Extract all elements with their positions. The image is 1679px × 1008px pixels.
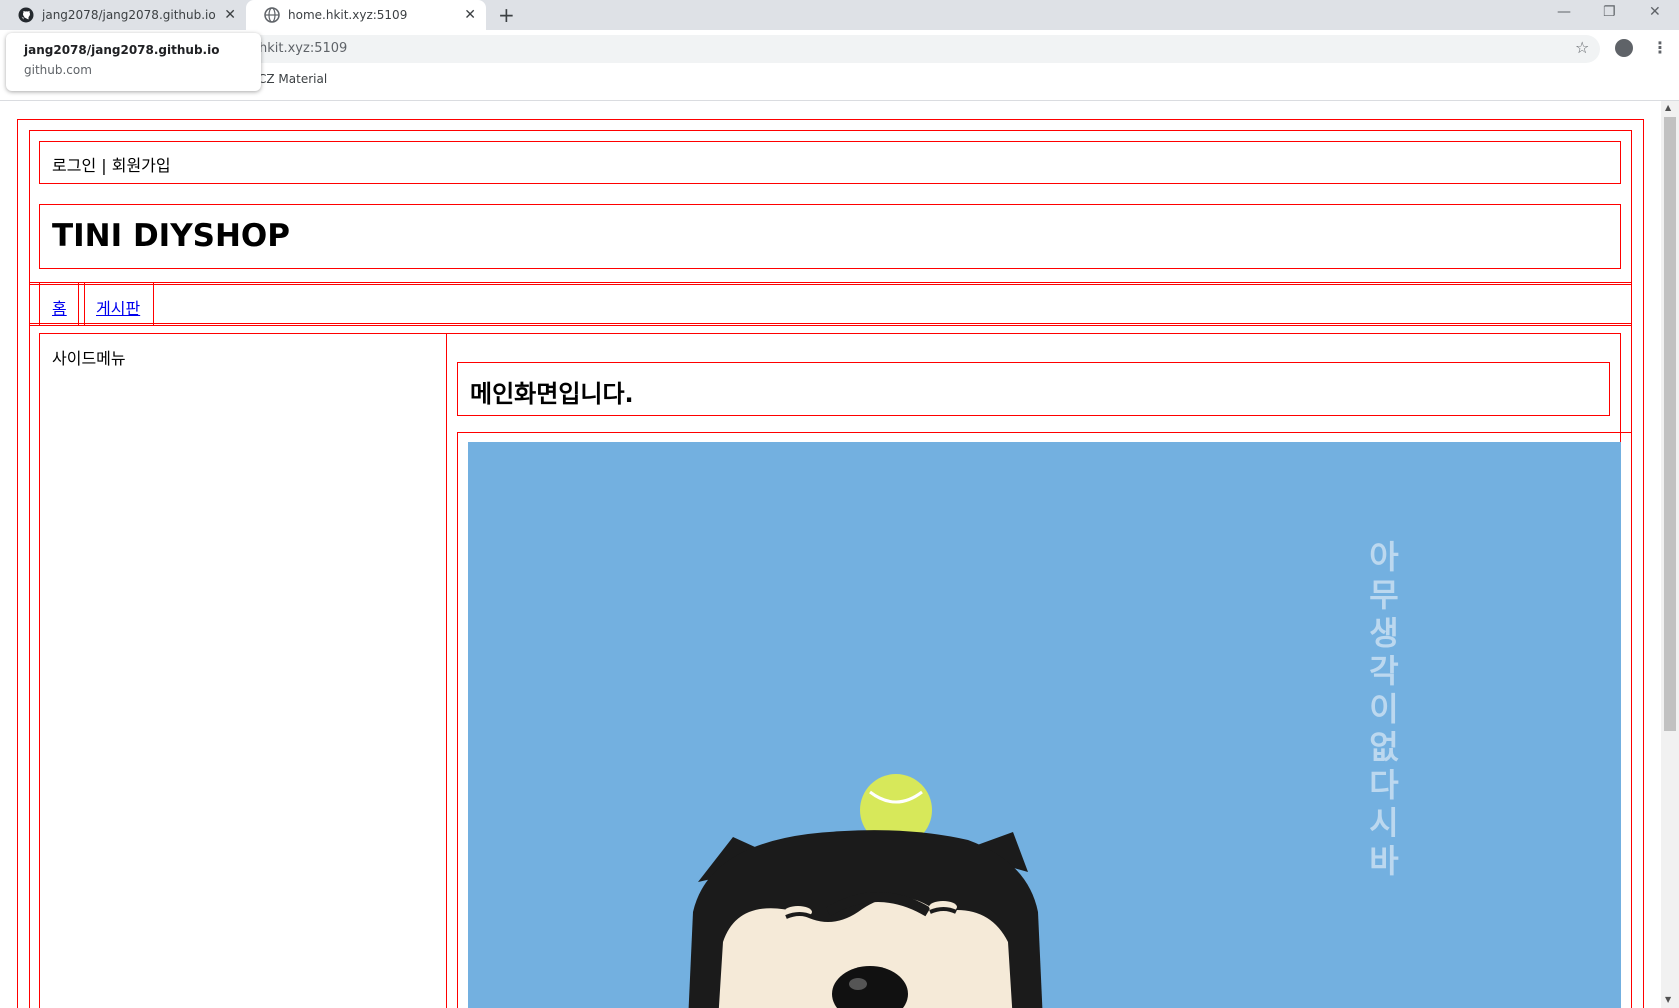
shiba-dog-illustration xyxy=(688,774,1043,1008)
kebab-menu-icon[interactable]: ⋮ xyxy=(1652,38,1668,57)
hover-card-title: jang2078/jang2078.github.io xyxy=(24,43,220,57)
tab-hover-card: jang2078/jang2078.github.io github.com xyxy=(6,33,261,91)
profile-icon[interactable] xyxy=(1615,39,1633,57)
scroll-up-icon[interactable]: ▲ xyxy=(1665,103,1671,112)
main-heading-box: 메인화면입니다. xyxy=(457,362,1610,416)
tab-bar: jang2078/jang2078.github.io ✕ home.hkit.… xyxy=(0,0,1679,30)
featured-image: 아 무 생 각 이 없 다 시 바 xyxy=(468,442,1621,1008)
tab-title: jang2078/jang2078.github.io xyxy=(42,8,216,22)
scroll-down-icon[interactable]: ▼ xyxy=(1665,995,1671,1004)
url-text: hkit.xyz:5109 xyxy=(259,41,348,56)
tab-home-hkit[interactable]: home.hkit.xyz:5109 ✕ xyxy=(246,0,486,30)
auth-links[interactable]: 로그인 | 회원가입 xyxy=(52,152,171,176)
nav-item-home: 홈 xyxy=(39,282,79,326)
new-tab-button[interactable]: + xyxy=(498,5,515,25)
sidebar: 사이드메뉴 xyxy=(39,333,447,1008)
close-tab-icon[interactable]: ✕ xyxy=(224,7,236,23)
tab-title: home.hkit.xyz:5109 xyxy=(288,8,408,22)
nav-link-board[interactable]: 게시판 xyxy=(96,295,140,319)
tab-github[interactable]: jang2078/jang2078.github.io ✕ xyxy=(0,0,246,30)
nav-item-board: 게시판 xyxy=(84,282,154,326)
main-heading: 메인화면입니다. xyxy=(470,380,634,408)
nav-bar xyxy=(29,282,1632,326)
nav-link-home[interactable]: 홈 xyxy=(52,295,67,319)
title-box: TINI DIYSHOP xyxy=(39,204,1621,269)
bookmark-star-icon[interactable]: ☆ xyxy=(1575,38,1589,57)
globe-icon xyxy=(264,7,280,23)
bookmark-item[interactable]: CZ Material xyxy=(258,72,327,86)
auth-bar: 로그인 | 회원가입 xyxy=(39,141,1621,184)
github-icon xyxy=(18,7,34,23)
restore-icon[interactable]: ❐ xyxy=(1603,4,1616,20)
hover-card-domain: github.com xyxy=(24,63,92,77)
scroll-thumb[interactable] xyxy=(1664,117,1676,731)
vertical-scrollbar[interactable]: ▲ ▼ xyxy=(1661,101,1679,1008)
sidebar-title: 사이드메뉴 xyxy=(52,349,126,368)
close-window-icon[interactable]: ✕ xyxy=(1649,4,1661,20)
site-title: TINI DIYSHOP xyxy=(52,218,291,254)
omnibox[interactable]: hkit.xyz:5109 xyxy=(200,35,1600,63)
page-viewport: 로그인 | 회원가입 TINI DIYSHOP 홈 게시판 사이드메뉴 메인화면… xyxy=(0,101,1679,1008)
minimize-icon[interactable]: — xyxy=(1557,4,1571,20)
close-tab-icon[interactable]: ✕ xyxy=(464,7,476,23)
